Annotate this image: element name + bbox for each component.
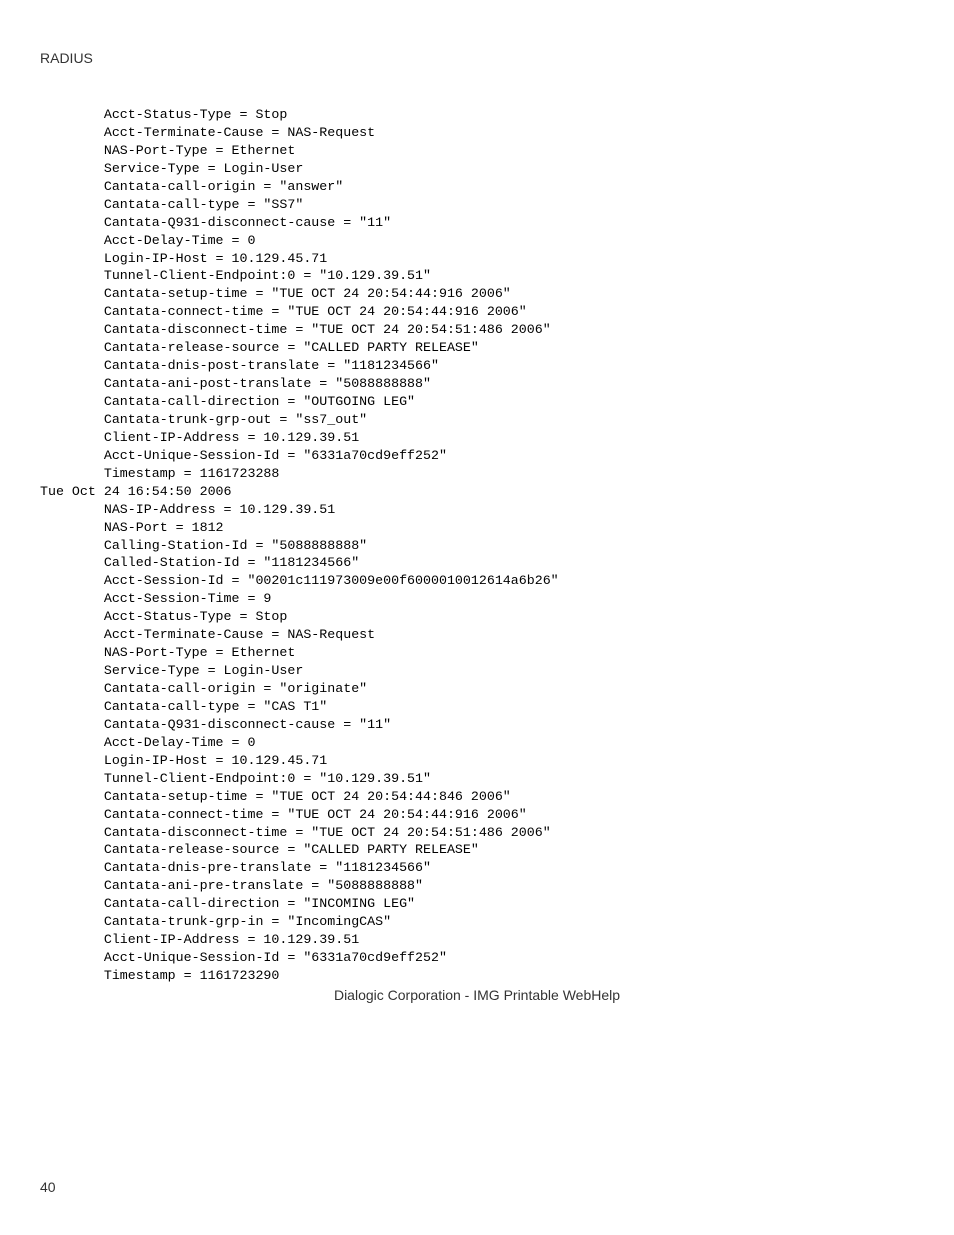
footer-caption: Dialogic Corporation - IMG Printable Web… bbox=[40, 987, 914, 1003]
page-header: RADIUS bbox=[40, 50, 914, 66]
page-number: 40 bbox=[40, 1179, 56, 1195]
radius-log-content: Acct-Status-Type = Stop Acct-Terminate-C… bbox=[40, 106, 914, 985]
